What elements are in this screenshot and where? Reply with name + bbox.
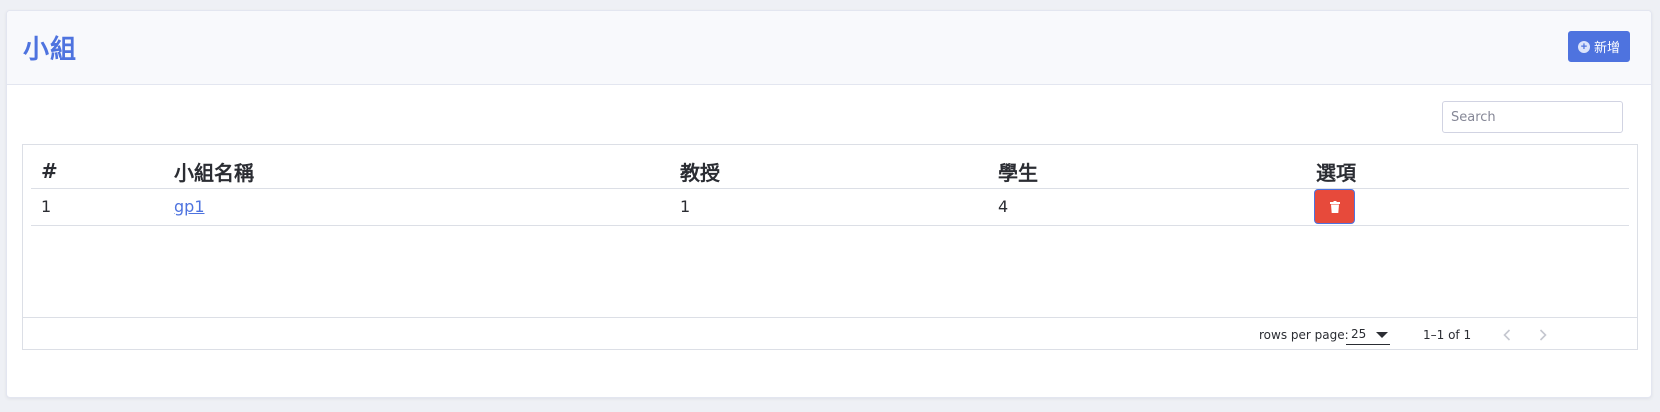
- chevron-left-icon: [1503, 329, 1511, 341]
- prev-page-button[interactable]: [1497, 325, 1517, 345]
- group-name-link[interactable]: gp1: [174, 197, 205, 216]
- page-title: 小組: [23, 35, 78, 65]
- column-header-index[interactable]: #: [31, 145, 164, 189]
- groups-card: 小組 + 新增 # 小組名稱 教授 學生 選項 1 gp1: [6, 10, 1652, 398]
- pagination-footer: rows per page: 25 1–1 of 1: [23, 317, 1637, 350]
- column-header-options: 選項: [1306, 145, 1629, 189]
- column-header-students[interactable]: 學生: [988, 145, 1306, 189]
- trash-icon: [1329, 200, 1340, 213]
- rows-per-page-select[interactable]: 25: [1346, 325, 1390, 345]
- rows-per-page-label: rows per page:: [1259, 328, 1349, 342]
- cell-professors: 1: [670, 188, 988, 226]
- rows-per-page-value: 25: [1351, 327, 1367, 341]
- cell-students: 4: [988, 188, 1306, 226]
- cell-options: [1306, 188, 1629, 226]
- add-group-button[interactable]: + 新增: [1568, 31, 1630, 62]
- chevron-right-icon: [1539, 329, 1547, 341]
- plus-circle-icon: +: [1577, 40, 1590, 53]
- next-page-button[interactable]: [1533, 325, 1553, 345]
- pagination-range: 1–1 of 1: [1423, 328, 1472, 342]
- delete-button[interactable]: [1314, 189, 1355, 224]
- card-header: 小組 + 新增: [7, 11, 1651, 85]
- column-header-group-name[interactable]: 小組名稱: [164, 145, 670, 189]
- table-header-row: # 小組名稱 教授 學生 選項: [31, 145, 1629, 189]
- groups-table: # 小組名稱 教授 學生 選項 1 gp1 1 4: [31, 145, 1629, 226]
- column-header-professors[interactable]: 教授: [670, 145, 988, 189]
- search-input[interactable]: [1442, 101, 1623, 133]
- caret-down-icon: [1376, 332, 1388, 338]
- table-row: 1 gp1 1 4: [31, 188, 1629, 226]
- cell-group-name: gp1: [164, 188, 670, 226]
- table-container: # 小組名稱 教授 學生 選項 1 gp1 1 4 rows per page:…: [22, 144, 1638, 350]
- add-button-label: 新增: [1593, 40, 1620, 55]
- cell-index: 1: [31, 188, 164, 226]
